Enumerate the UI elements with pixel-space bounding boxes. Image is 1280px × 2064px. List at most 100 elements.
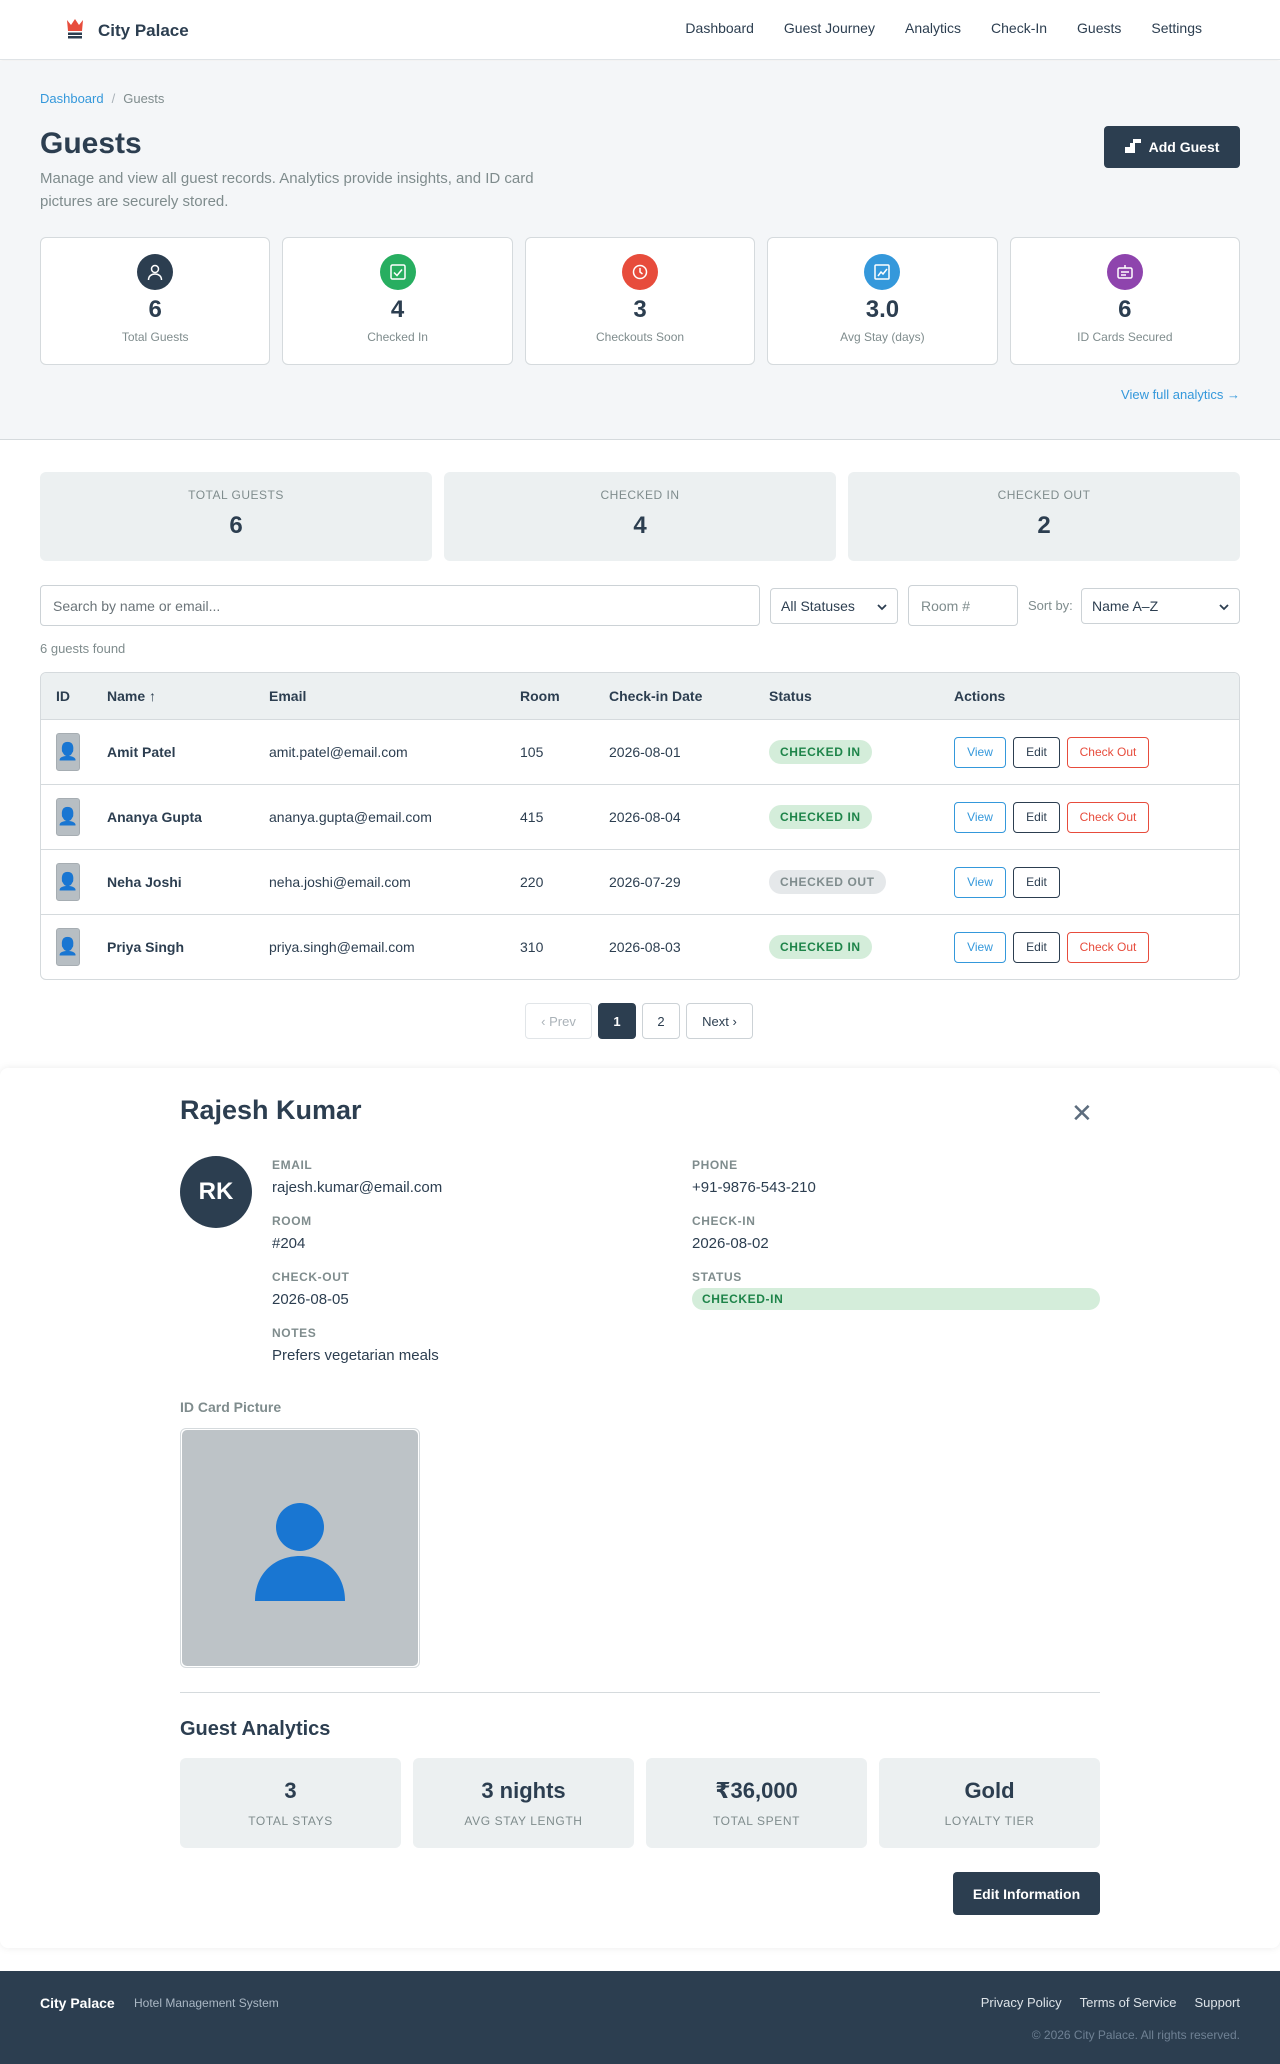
status-filter-select[interactable]: All Statuses bbox=[770, 588, 898, 624]
view-button[interactable]: View bbox=[954, 866, 1006, 898]
stat-label: TOTAL GUESTS bbox=[188, 488, 284, 502]
brand[interactable]: City Palace bbox=[66, 17, 189, 44]
email-field: EMAIL rajesh.kumar@email.com bbox=[272, 1158, 442, 1196]
summary-value: 3 bbox=[633, 296, 647, 323]
close-icon[interactable]: ✕ bbox=[1071, 1100, 1093, 1126]
nav-analytics[interactable]: Analytics bbox=[905, 20, 961, 36]
column-header-name[interactable]: Name ↑ bbox=[107, 673, 156, 719]
sort-value: Name A–Z bbox=[1092, 598, 1159, 614]
nav-guests[interactable]: Guests bbox=[1077, 20, 1121, 36]
support-link[interactable]: Support bbox=[1194, 1995, 1240, 2010]
user-icon bbox=[137, 254, 174, 290]
column-header-email[interactable]: Email bbox=[269, 673, 306, 719]
status-badge: CHECKED IN bbox=[769, 935, 872, 959]
next-page-button[interactable]: Next › bbox=[686, 1003, 753, 1039]
avatar: RK bbox=[180, 1156, 252, 1228]
check-out-button[interactable]: Check Out bbox=[1067, 801, 1149, 833]
stat-checked-out: CHECKED OUT 2 bbox=[848, 472, 1240, 561]
id-card-caption: ID Card Picture bbox=[180, 1399, 282, 1415]
guest-detail-name: Rajesh Kumar bbox=[180, 1095, 362, 1125]
page-2-button[interactable]: 2 bbox=[642, 1003, 680, 1039]
edit-button[interactable]: Edit bbox=[1013, 866, 1060, 898]
checkout-field: CHECK-OUT 2026-08-05 bbox=[272, 1270, 349, 1308]
guest-email: amit.patel@email.com bbox=[269, 744, 408, 760]
nav-guest-journey[interactable]: Guest Journey bbox=[784, 20, 875, 36]
view-full-analytics-link[interactable]: View full analytics → bbox=[1121, 387, 1240, 402]
view-button[interactable]: View bbox=[954, 736, 1006, 768]
summary-label: Total Guests bbox=[121, 330, 189, 344]
view-button[interactable]: View bbox=[954, 801, 1006, 833]
breadcrumb-dashboard-link[interactable]: Dashboard bbox=[40, 91, 104, 106]
notes-field: NOTES Prefers vegetarian meals bbox=[272, 1326, 439, 1364]
id-card-picture[interactable] bbox=[180, 1428, 420, 1668]
room-field: ROOM #204 bbox=[272, 1214, 312, 1252]
id-card-icon bbox=[1106, 254, 1143, 290]
page-1-button[interactable]: 1 bbox=[598, 1003, 636, 1039]
page-subtitle: Manage and view all guest records. Analy… bbox=[40, 170, 534, 210]
column-header-checkin-date[interactable]: Check-in Date bbox=[609, 673, 702, 719]
stat-value: 2 bbox=[1037, 512, 1051, 539]
page-title: Guests bbox=[40, 127, 142, 160]
nav-check-in[interactable]: Check-In bbox=[991, 20, 1047, 36]
check-out-button[interactable]: Check Out bbox=[1067, 736, 1149, 768]
chart-icon bbox=[864, 254, 901, 290]
column-header-id[interactable]: ID bbox=[56, 673, 70, 719]
prev-page-button[interactable]: ‹ Prev bbox=[525, 1003, 592, 1039]
privacy-policy-link[interactable]: Privacy Policy bbox=[981, 1995, 1062, 2010]
guest-name: Priya Singh bbox=[107, 939, 185, 955]
analytics-label: TOTAL STAYS bbox=[248, 1814, 333, 1828]
edit-information-button[interactable]: Edit Information bbox=[953, 1872, 1100, 1915]
summary-label: Checked In bbox=[367, 330, 428, 344]
status-filter-value: All Statuses bbox=[781, 598, 855, 614]
status-badge: CHECKED IN bbox=[769, 740, 872, 764]
stat-label: CHECKED OUT bbox=[997, 488, 1091, 502]
add-guest-button[interactable]: Add Guest bbox=[1104, 126, 1240, 168]
id-card-thumbnail[interactable]: 👤 bbox=[56, 863, 80, 901]
clock-icon bbox=[622, 254, 659, 290]
check-out-button[interactable]: Check Out bbox=[1067, 931, 1149, 963]
room-filter-input[interactable] bbox=[908, 585, 1018, 626]
view-button[interactable]: View bbox=[954, 931, 1006, 963]
summary-cards: 6 Total Guests 4 Checked In 3 Checkouts … bbox=[40, 237, 1241, 365]
summary-value: 6 bbox=[1118, 296, 1132, 323]
analytics-value: ₹36,000 bbox=[715, 1778, 798, 1803]
field-value: 2026-08-02 bbox=[692, 1235, 769, 1252]
nav-dashboard[interactable]: Dashboard bbox=[685, 20, 754, 36]
add-user-icon bbox=[1124, 138, 1141, 156]
guest-name: Neha Joshi bbox=[107, 874, 182, 890]
summary-label: Avg Stay (days) bbox=[840, 330, 925, 344]
status-field: STATUS bbox=[692, 1270, 742, 1284]
breadcrumb: Dashboard / Guests bbox=[40, 91, 164, 106]
brand-name: City Palace bbox=[98, 20, 189, 40]
status-badge: CHECKED-IN bbox=[692, 1288, 1100, 1310]
edit-button[interactable]: Edit bbox=[1013, 801, 1060, 833]
terms-of-service-link[interactable]: Terms of Service bbox=[1080, 1995, 1177, 2010]
stat-total-guests: TOTAL GUESTS 6 bbox=[40, 472, 432, 561]
column-header-status[interactable]: Status bbox=[769, 673, 812, 719]
id-card-thumbnail[interactable]: 👤 bbox=[56, 928, 80, 966]
breadcrumb-current: Guests bbox=[123, 91, 165, 106]
guest-checkin-date: 2026-08-04 bbox=[609, 809, 681, 825]
guest-stats: TOTAL GUESTS 6 CHECKED IN 4 CHECKED OUT … bbox=[40, 472, 1240, 561]
guest-checkin-date: 2026-07-29 bbox=[609, 874, 681, 890]
column-header-room[interactable]: Room bbox=[520, 673, 560, 719]
checkin-field: CHECK-IN 2026-08-02 bbox=[692, 1214, 769, 1252]
guest-room: 220 bbox=[520, 874, 544, 890]
chevron-down-icon bbox=[1219, 598, 1229, 614]
analytics-avg-stay: 3 nights AVG STAY LENGTH bbox=[413, 1758, 634, 1848]
edit-button[interactable]: Edit bbox=[1013, 736, 1060, 768]
sort-select[interactable]: Name A–Z bbox=[1081, 588, 1240, 624]
edit-button[interactable]: Edit bbox=[1013, 931, 1060, 963]
id-card-thumbnail[interactable]: 👤 bbox=[56, 733, 80, 771]
table-row: 👤 Amit Patel amit.patel@email.com 105 20… bbox=[41, 719, 1239, 784]
field-value: +91-9876-543-210 bbox=[692, 1179, 816, 1196]
field-value: 2026-08-05 bbox=[272, 1291, 349, 1308]
table-header-row: ID Name ↑ Email Room Check-in Date Statu… bbox=[41, 673, 1239, 719]
breadcrumb-separator: / bbox=[111, 91, 116, 106]
check-square-icon bbox=[379, 254, 416, 290]
search-input[interactable] bbox=[40, 585, 760, 626]
section-divider bbox=[180, 1692, 1100, 1693]
nav-settings[interactable]: Settings bbox=[1151, 20, 1202, 36]
id-card-thumbnail[interactable]: 👤 bbox=[56, 798, 80, 836]
results-count: 6 guests found bbox=[40, 641, 126, 656]
